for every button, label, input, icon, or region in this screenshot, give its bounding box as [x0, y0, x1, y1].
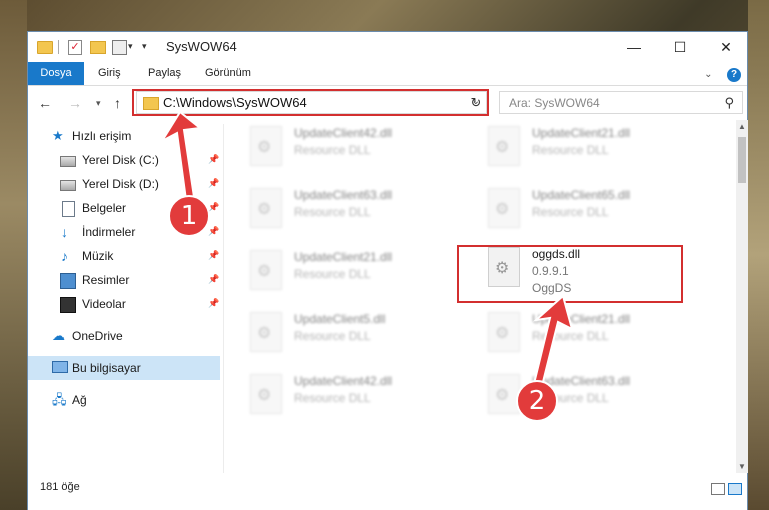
annotation-arrows — [159, 110, 574, 396]
arrow-1 — [159, 110, 203, 202]
step-badge-2: 2 — [516, 380, 558, 422]
step-badge-1: 1 — [168, 195, 210, 237]
